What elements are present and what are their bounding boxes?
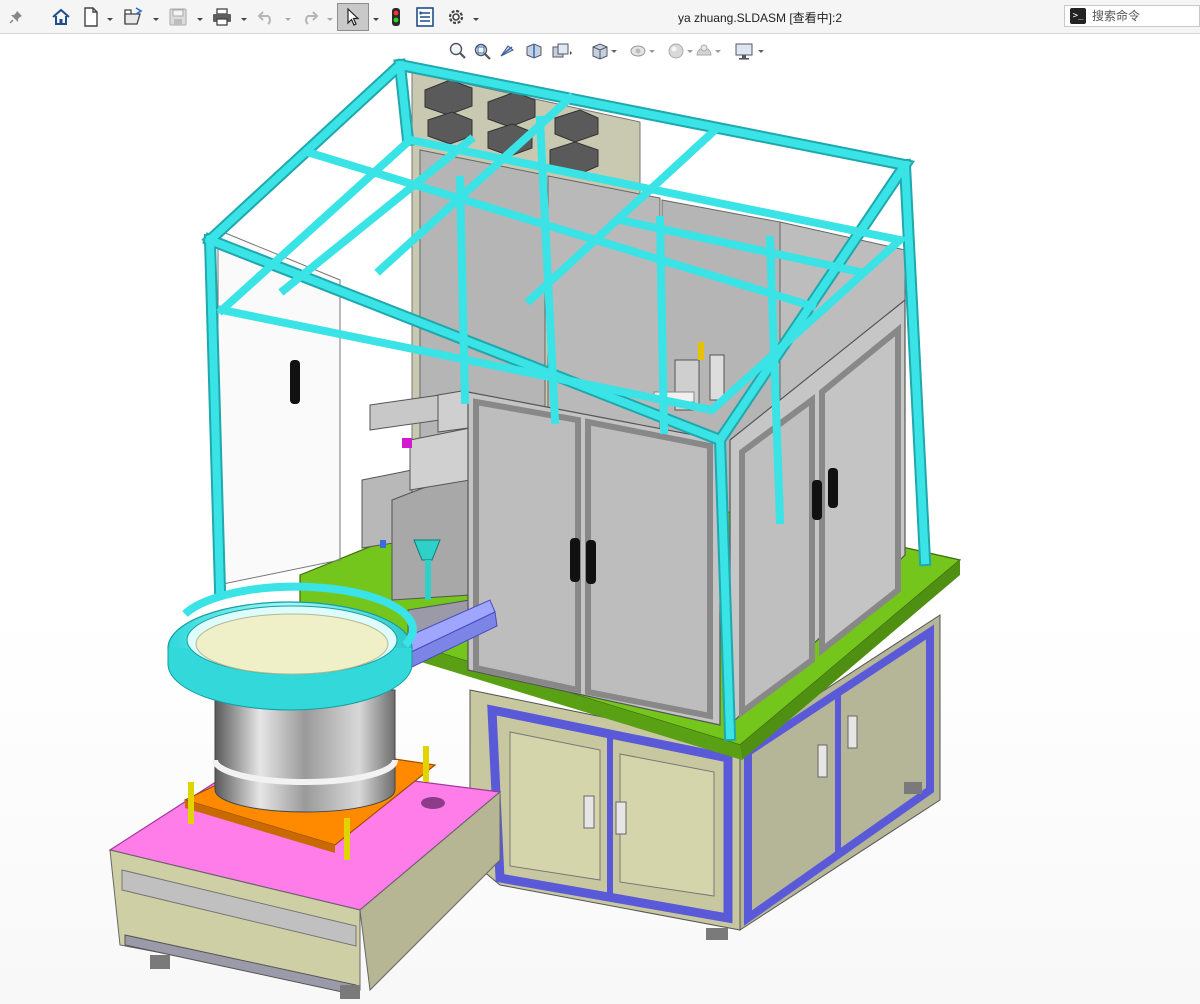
previous-view-icon[interactable] [498, 41, 518, 63]
save-icon[interactable] [166, 5, 190, 29]
print-icon[interactable] [210, 5, 234, 29]
zoom-to-fit-icon[interactable] [448, 41, 468, 63]
zoom-to-area-icon[interactable] [472, 41, 492, 63]
file-properties-icon[interactable] [414, 5, 436, 29]
edit-appearance-icon[interactable] [694, 41, 722, 63]
chevron-down-icon[interactable] [472, 12, 480, 22]
display-style-icon[interactable] [628, 41, 656, 63]
window-title: ya zhuang.SLDASM [查看中]:2 [677, 11, 843, 25]
command-toolbar: ya zhuang.SLDASM [查看中]:2 >_ [0, 0, 1200, 34]
chevron-down-icon[interactable] [240, 12, 248, 22]
undo-icon[interactable] [254, 5, 278, 29]
gear-icon[interactable] [444, 5, 468, 29]
redo-icon[interactable] [298, 5, 322, 29]
new-document-icon[interactable] [80, 5, 102, 29]
vibratory-bowl[interactable] [167, 582, 417, 813]
chevron-down-icon[interactable] [284, 12, 292, 22]
chevron-down-icon[interactable] [326, 12, 334, 22]
section-view-icon[interactable] [524, 41, 544, 63]
command-prompt-icon: >_ [1070, 8, 1086, 24]
chevron-down-icon[interactable] [196, 12, 204, 22]
hide-show-items-icon[interactable] [666, 41, 694, 63]
traffic-light-icon[interactable] [386, 5, 406, 29]
heads-up-view-toolbar [448, 41, 778, 65]
chevron-down-icon[interactable] [152, 12, 160, 22]
view-settings-icon[interactable] [734, 41, 766, 63]
open-folder-icon[interactable] [120, 5, 146, 29]
select-arrow-icon[interactable] [337, 3, 369, 31]
graphics-area[interactable] [0, 35, 1200, 1004]
solidworks-window: ya zhuang.SLDASM [查看中]:2 >_ [0, 0, 1200, 1004]
view-orientation-icon[interactable] [590, 41, 618, 63]
search-input[interactable] [1092, 9, 1192, 23]
chevron-down-icon[interactable] [372, 12, 380, 22]
chevron-down-icon[interactable] [106, 12, 114, 22]
pin-icon[interactable] [6, 5, 26, 29]
command-search-box[interactable]: >_ [1064, 5, 1200, 27]
home-icon[interactable] [48, 5, 74, 29]
dynamic-annotation-icon[interactable] [550, 41, 574, 63]
assembly-model[interactable] [0, 35, 1200, 1004]
